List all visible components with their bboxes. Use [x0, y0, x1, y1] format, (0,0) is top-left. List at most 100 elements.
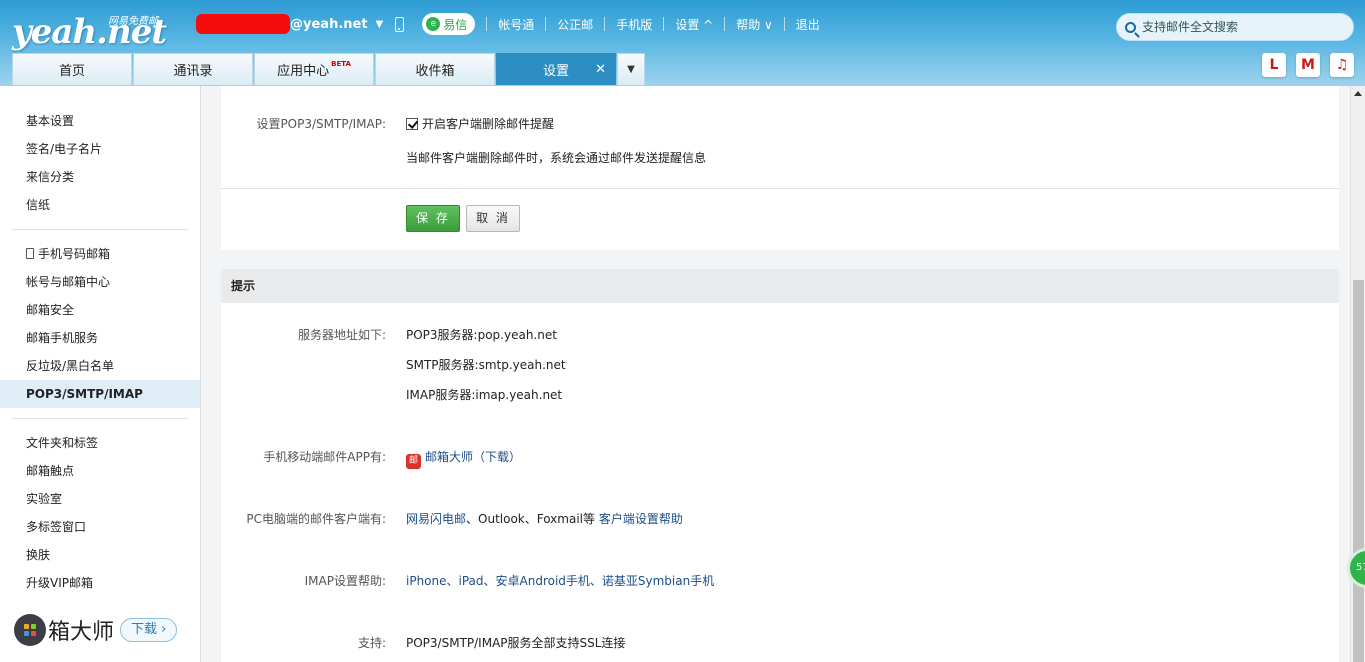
link-notary-mail[interactable]: 公正邮: [557, 16, 593, 33]
beta-badge: BETA: [331, 59, 351, 68]
divider: [12, 418, 188, 419]
checkbox-label: 开启客户端删除邮件提醒: [422, 117, 555, 131]
scrollbar-thumb[interactable]: [1353, 280, 1364, 662]
mail-master-download-link[interactable]: 邮邮箱大师（下载）: [406, 448, 521, 469]
sidebar-item-skin[interactable]: 换肤: [0, 541, 200, 569]
sidebar-item-basic-settings[interactable]: 基本设置: [0, 107, 200, 135]
mobile-phone-icon[interactable]: [395, 16, 405, 32]
tips-panel: 提示 服务器地址如下: POP3服务器:pop.yeah.net SMTP服务器…: [221, 269, 1339, 662]
cancel-button[interactable]: 取 消: [466, 205, 520, 232]
tab-label: 通讯录: [173, 64, 213, 79]
sidebar-group-more: 文件夹和标签 邮箱触点 实验室 多标签窗口 换肤 升级VIP邮箱: [0, 429, 200, 597]
imap-help-links[interactable]: iPhone、iPad、安卓Android手机、诺基亚Symbian手机: [406, 572, 714, 589]
pc-client-text: 、Outlook、Foxmail等: [466, 512, 595, 526]
delete-reminder-option[interactable]: 开启客户端删除邮件提醒: [406, 115, 554, 132]
settings-content: 设置POP3/SMTP/IMAP: 开启客户端删除邮件提醒 当邮件客户端删除邮件…: [201, 86, 1350, 662]
support-label: 支持:: [357, 636, 386, 650]
tab-label: 收件箱: [415, 64, 455, 79]
header: yeah.net 网易免费邮 @yeah.net ▼ e 易信 帐号通 公正邮 …: [0, 0, 1365, 86]
search-input[interactable]: [1142, 20, 1342, 34]
mobile-phone-icon: [26, 248, 34, 259]
divider: [604, 17, 606, 31]
logo-subtitle: 网易免费邮: [108, 16, 158, 27]
client-setup-help-link[interactable]: 客户端设置帮助: [599, 512, 683, 526]
ssl-support-text: POP3/SMTP/IMAP服务全部支持SSL连接: [406, 636, 626, 650]
tabs-more-chevron-icon[interactable]: ▼: [617, 53, 645, 85]
sidebar-item-pop3-smtp-imap[interactable]: POP3/SMTP/IMAP: [0, 380, 200, 408]
imap-help-label: IMAP设置帮助:: [304, 574, 386, 588]
account-suffix[interactable]: @yeah.net: [290, 17, 368, 32]
link-help-menu[interactable]: 帮助 ∨: [736, 16, 773, 33]
pc-client-label: PC电脑端的邮件客户端有:: [246, 512, 386, 526]
delete-reminder-checkbox[interactable]: [406, 118, 418, 130]
sidebar-item-security[interactable]: 邮箱安全: [0, 296, 200, 324]
yixin-icon: e: [426, 17, 441, 31]
tab-settings[interactable]: 设置 ✕: [496, 53, 616, 85]
tab-label: 应用中心: [277, 64, 330, 79]
promo-download-button[interactable]: 下载 ›: [120, 618, 178, 642]
main-tabs: 首页 通讯录 应用中心 BETA 收件箱 设置 ✕ ▼: [12, 53, 645, 85]
search-icon[interactable]: [1125, 21, 1136, 33]
sidebar-item-stationery[interactable]: 信纸: [0, 191, 200, 219]
yixin-label: 易信: [443, 17, 468, 32]
link-settings-menu[interactable]: 设置 ^: [675, 16, 713, 33]
tab-label: 首页: [58, 64, 85, 79]
tips-title: 提示: [221, 269, 1339, 303]
save-button[interactable]: 保 存: [406, 205, 460, 232]
search-box[interactable]: [1116, 13, 1354, 41]
divider: [724, 17, 726, 31]
music-app-icon[interactable]: ♫: [1330, 53, 1354, 77]
divider: [221, 188, 1339, 189]
delete-reminder-description: 当邮件客户端删除邮件时，系统会通过邮件发送提醒信息: [406, 151, 707, 165]
sidebar-item-mobile-service[interactable]: 邮箱手机服务: [0, 324, 200, 352]
server-label: 服务器地址如下:: [297, 328, 386, 342]
sidebar-group-account: 手机号码邮箱 帐号与邮箱中心 邮箱安全 邮箱手机服务 反垃圾/黑白名单 POP3…: [0, 240, 200, 408]
tab-app-center[interactable]: 应用中心 BETA: [254, 53, 374, 85]
promo-text: 箱大师: [48, 620, 115, 645]
yixin-button[interactable]: e 易信: [422, 13, 476, 35]
tab-inbox[interactable]: 收件箱: [375, 53, 495, 85]
promo-download-label: 下载: [131, 622, 158, 637]
lofter-app-icon[interactable]: L: [1262, 53, 1286, 77]
sidebar-item-contact-points[interactable]: 邮箱触点: [0, 457, 200, 485]
pc-client-list: 网易闪电邮、Outlook、Foxmail等 客户端设置帮助: [406, 510, 683, 527]
close-icon[interactable]: ✕: [595, 62, 606, 77]
flash-mail-link[interactable]: 网易闪电邮: [406, 512, 466, 526]
redacted-username: [196, 14, 290, 34]
divider: [486, 17, 488, 31]
sidebar-group-general: 基本设置 签名/电子名片 来信分类 信纸: [0, 107, 200, 219]
settings-sidebar: 基本设置 签名/电子名片 来信分类 信纸 手机号码邮箱 帐号与邮箱中心 邮箱安全…: [0, 86, 201, 662]
sidebar-item-label: 手机号码邮箱: [38, 247, 111, 261]
mobile-app-label: 手机移动端邮件APP有:: [263, 450, 386, 464]
app-grid-icon[interactable]: [14, 614, 46, 646]
link-mobile-version[interactable]: 手机版: [616, 16, 652, 33]
sidebar-item-multi-tab[interactable]: 多标签窗口: [0, 513, 200, 541]
yeah-logo[interactable]: yeah.net 网易免费邮: [12, 8, 172, 52]
divider: [545, 17, 547, 31]
scroll-up-arrow-icon[interactable]: [1354, 91, 1362, 96]
divider: [783, 17, 785, 31]
imap-server: IMAP服务器:imap.yeah.net: [406, 388, 563, 402]
sidebar-item-upgrade-vip[interactable]: 升级VIP邮箱: [0, 569, 200, 597]
tab-label: 设置: [542, 64, 569, 79]
divider: [12, 229, 188, 230]
sidebar-item-account-center[interactable]: 帐号与邮箱中心: [0, 268, 200, 296]
sidebar-item-antispam[interactable]: 反垃圾/黑白名单: [0, 352, 200, 380]
sidebar-item-signature[interactable]: 签名/电子名片: [0, 135, 200, 163]
tab-home[interactable]: 首页: [12, 53, 132, 85]
link-logout[interactable]: 退出: [796, 16, 820, 33]
sidebar-item-folders-tags[interactable]: 文件夹和标签: [0, 429, 200, 457]
mail-master-icon: 邮: [406, 454, 421, 469]
pop3-server: POP3服务器:pop.yeah.net: [406, 328, 557, 342]
sidebar-item-lab[interactable]: 实验室: [0, 485, 200, 513]
settings-label: 设置POP3/SMTP/IMAP:: [256, 117, 386, 131]
sidebar-item-mail-filter[interactable]: 来信分类: [0, 163, 200, 191]
sidebar-item-mobile-mailbox[interactable]: 手机号码邮箱: [0, 240, 200, 268]
mail-master-promo: 箱大师 下载 ›: [14, 614, 178, 646]
link-account-pass[interactable]: 帐号通: [498, 16, 534, 33]
tab-contacts[interactable]: 通讯录: [133, 53, 253, 85]
mail-master-app-icon[interactable]: M: [1296, 53, 1320, 77]
pop3-settings-panel: 设置POP3/SMTP/IMAP: 开启客户端删除邮件提醒 当邮件客户端删除邮件…: [221, 86, 1339, 250]
app-shortcuts: L M ♫: [1262, 53, 1364, 77]
chevron-down-icon[interactable]: ▼: [376, 19, 384, 30]
